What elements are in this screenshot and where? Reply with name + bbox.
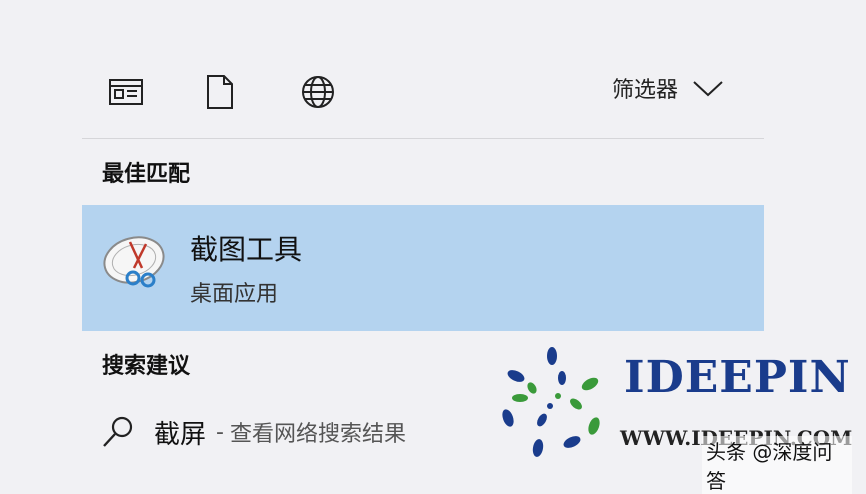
web-filter-button[interactable] bbox=[296, 70, 340, 114]
watermark-brand: IDEEPIN bbox=[624, 352, 851, 403]
best-match-heading: 最佳匹配 bbox=[102, 162, 191, 187]
suggestion-query: 截屏 bbox=[154, 419, 207, 450]
watermark: IDEEPIN WWW.IDEEPIN.COM 头条 @深度问答 bbox=[492, 340, 852, 494]
watermark-credit: 头条 @深度问答 bbox=[702, 436, 852, 494]
suggestion-separator: - bbox=[216, 419, 224, 445]
ideepin-logo-icon bbox=[502, 347, 600, 457]
search-icon bbox=[103, 416, 133, 447]
news-filter-button[interactable] bbox=[104, 70, 148, 114]
suggestion-description: 查看网络搜索结果 bbox=[229, 422, 406, 447]
documents-filter-button[interactable] bbox=[198, 70, 242, 114]
filter-label: 筛选器 bbox=[612, 78, 679, 103]
app-name: 截图工具 bbox=[190, 233, 303, 266]
best-match-result[interactable] bbox=[82, 205, 764, 331]
suggestion-item[interactable]: 截屏 - 查看网络搜索结果 bbox=[100, 410, 406, 454]
filter-dropdown[interactable]: 筛选器 bbox=[612, 72, 724, 104]
snipping-tool-icon bbox=[103, 236, 165, 288]
globe-icon bbox=[302, 76, 334, 108]
news-icon bbox=[109, 79, 143, 105]
app-type: 桌面应用 bbox=[190, 282, 279, 307]
document-icon bbox=[207, 75, 233, 109]
toolbar-divider bbox=[82, 138, 764, 139]
chevron-down-icon bbox=[693, 81, 723, 97]
search-suggestions-heading: 搜索建议 bbox=[102, 354, 191, 379]
